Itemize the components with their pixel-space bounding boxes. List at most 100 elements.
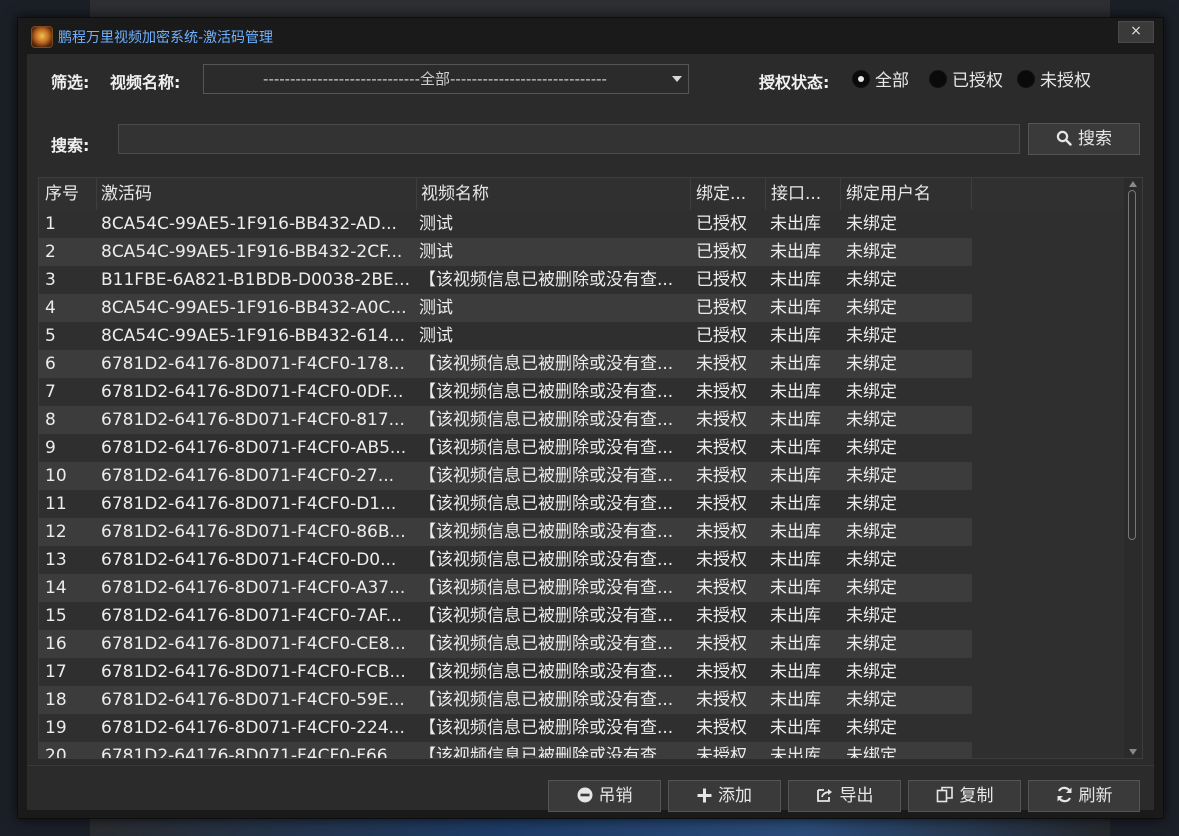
cell-interface-status: 未出库: [770, 438, 821, 458]
table-row[interactable]: 3 B11FBE-6A821-B1BDB-D0038-2BE... 【该视频信息已被…: [39, 266, 972, 294]
export-icon: [816, 781, 834, 811]
table-row[interactable]: 13 6781D2-64176-8D071-F4CF0-D0... 【该视频信息已被…: [39, 546, 972, 574]
radio-auth-all-label: 全部: [875, 71, 909, 91]
table-row[interactable]: 16 6781D2-64176-8D071-F4CF0-CE8... 【该视频信息已…: [39, 630, 972, 658]
scroll-up-icon[interactable]: [1129, 181, 1137, 187]
table-row[interactable]: 5 8CA54C-99AE5-1F916-BB432-614... 测试 已授权 未出库…: [39, 322, 972, 350]
refresh-icon: [1056, 781, 1073, 811]
cell-video-name: 【该视频信息已被删除或没有查...: [419, 550, 674, 570]
export-button[interactable]: 导出: [788, 780, 901, 812]
cell-video-name: 【该视频信息已被删除或没有查...: [419, 718, 674, 738]
table-row[interactable]: 11 6781D2-64176-8D071-F4CF0-D1... 【该视频信息已被…: [39, 490, 972, 518]
table-row[interactable]: 4 8CA54C-99AE5-1F916-BB432-A0C... 测试 已授权 未出库…: [39, 294, 972, 322]
table-row[interactable]: 19 6781D2-64176-8D071-F4CF0-224... 【该视频信息已…: [39, 714, 972, 742]
window-title: 鹏程万里视频加密系统-激活码管理: [58, 30, 274, 46]
cell-bind-status: 未授权: [696, 718, 747, 738]
cell-video-name: 【该视频信息已被删除或没有查...: [419, 410, 674, 430]
cell-bound-user: 未绑定: [846, 634, 897, 654]
copy-button[interactable]: 复制: [908, 780, 1021, 812]
column-header-interface[interactable]: 接口...: [765, 178, 841, 210]
cell-activation-code: 6781D2-64176-8D071-F4CF0-FCB...: [101, 662, 406, 682]
cell-bound-user: 未绑定: [846, 690, 897, 710]
cell-video-name: 【该视频信息已被删除或没有查...: [419, 270, 674, 290]
table-row[interactable]: 9 6781D2-64176-8D071-F4CF0-AB5... 【该视频信息已被…: [39, 434, 972, 462]
cell-index: 20: [45, 746, 67, 759]
column-header-bound-user[interactable]: 绑定用户名: [840, 178, 972, 210]
column-header-index[interactable]: 序号: [39, 178, 97, 210]
refresh-button[interactable]: 刷新: [1028, 780, 1140, 812]
cell-interface-status: 未出库: [770, 410, 821, 430]
cell-interface-status: 未出库: [770, 382, 821, 402]
cell-index: 15: [45, 606, 67, 626]
cell-bound-user: 未绑定: [846, 214, 897, 234]
table-row[interactable]: 15 6781D2-64176-8D071-F4CF0-7AF... 【该视频信息已…: [39, 602, 972, 630]
add-button[interactable]: 添加: [668, 780, 781, 812]
radio-checked-icon[interactable]: [852, 70, 870, 88]
search-input[interactable]: [118, 124, 1020, 154]
table-row[interactable]: 2 8CA54C-99AE5-1F916-BB432-2CF... 测试 已授权 未出库…: [39, 238, 972, 266]
cell-activation-code: 6781D2-64176-8D071-F4CF0-27...: [101, 466, 395, 486]
table-row[interactable]: 14 6781D2-64176-8D071-F4CF0-A37... 【该视频信息已…: [39, 574, 972, 602]
table-row[interactable]: 20 6781D2-64176-8D071-F4CF0-F66... 【该视频信息已…: [39, 742, 972, 759]
cell-interface-status: 未出库: [770, 214, 821, 234]
cell-bound-user: 未绑定: [846, 354, 897, 374]
cell-activation-code: 6781D2-64176-8D071-F4CF0-178...: [101, 354, 405, 374]
cell-activation-code: 6781D2-64176-8D071-F4CF0-AB5...: [101, 438, 407, 458]
cell-bind-status: 未授权: [696, 662, 747, 682]
table-row[interactable]: 18 6781D2-64176-8D071-F4CF0-59E... 【该视频信息已…: [39, 686, 972, 714]
cell-video-name: 【该视频信息已被删除或没有查...: [419, 662, 674, 682]
cell-bind-status: 未授权: [696, 578, 747, 598]
cell-interface-status: 未出库: [770, 690, 821, 710]
vertical-scrollbar[interactable]: [1124, 178, 1142, 758]
cell-interface-status: 未出库: [770, 494, 821, 514]
cell-index: 14: [45, 578, 67, 598]
cell-video-name: 【该视频信息已被删除或没有查...: [419, 690, 674, 710]
table-row[interactable]: 6 6781D2-64176-8D071-F4CF0-178... 【该视频信息已被…: [39, 350, 972, 378]
cell-bind-status: 未授权: [696, 634, 747, 654]
cell-index: 10: [45, 466, 67, 486]
cell-interface-status: 未出库: [770, 662, 821, 682]
close-button[interactable]: ×: [1118, 21, 1154, 43]
table-row[interactable]: 7 6781D2-64176-8D071-F4CF0-0DF... 【该视频信息已被…: [39, 378, 972, 406]
background-app-top: [90, 0, 1110, 18]
cell-bound-user: 未绑定: [846, 746, 897, 759]
activation-code-dialog: 鹏程万里视频加密系统-激活码管理 × 筛选: 视频名称: -----------…: [17, 17, 1164, 819]
cell-index: 9: [45, 438, 56, 458]
table-row[interactable]: 10 6781D2-64176-8D071-F4CF0-27... 【该视频信息已被…: [39, 462, 972, 490]
scrollbar-thumb[interactable]: [1128, 190, 1136, 540]
export-button-label: 导出: [839, 786, 874, 806]
cell-bind-status: 已授权: [696, 326, 747, 346]
cell-interface-status: 未出库: [770, 466, 821, 486]
cell-activation-code: 6781D2-64176-8D071-F4CF0-D1...: [101, 494, 397, 514]
cell-activation-code: 6781D2-64176-8D071-F4CF0-CE8...: [101, 634, 406, 654]
revoke-button-label: 吊销: [598, 786, 633, 806]
video-name-select[interactable]: -----------------------------全部---------…: [203, 64, 689, 94]
search-label: 搜索:: [51, 136, 90, 155]
cell-bind-status: 未授权: [696, 690, 747, 710]
column-header-code[interactable]: 激活码: [95, 178, 417, 210]
filter-label: 筛选:: [51, 73, 90, 92]
cell-bound-user: 未绑定: [846, 410, 897, 430]
chevron-down-icon[interactable]: [672, 76, 682, 82]
table-row[interactable]: 1 8CA54C-99AE5-1F916-BB432-AD... 测试 已授权 未出库 未…: [39, 210, 972, 238]
revoke-button[interactable]: 吊销: [548, 780, 661, 812]
column-header-video-name[interactable]: 视频名称: [415, 178, 691, 210]
video-name-select-value: -----------------------------全部---------…: [263, 70, 607, 88]
cell-index: 1: [45, 214, 56, 234]
column-header-bind[interactable]: 绑定...: [690, 178, 766, 210]
cell-video-name: 【该视频信息已被删除或没有查...: [419, 438, 674, 458]
search-button[interactable]: 搜索: [1028, 123, 1140, 155]
radio-unchecked-icon[interactable]: [1017, 70, 1035, 88]
scroll-down-icon[interactable]: [1129, 749, 1137, 755]
activation-code-table[interactable]: 序号 激活码 视频名称 绑定... 接口... 绑定用户名 1 8CA54C-99…: [38, 177, 1143, 759]
radio-unchecked-icon[interactable]: [929, 70, 947, 88]
cell-bound-user: 未绑定: [846, 522, 897, 542]
cell-bind-status: 已授权: [696, 298, 747, 318]
table-row[interactable]: 12 6781D2-64176-8D071-F4CF0-86B... 【该视频信息已…: [39, 518, 972, 546]
cell-activation-code: 6781D2-64176-8D071-F4CF0-817...: [101, 410, 405, 430]
cell-bound-user: 未绑定: [846, 382, 897, 402]
table-row[interactable]: 8 6781D2-64176-8D071-F4CF0-817... 【该视频信息已被…: [39, 406, 972, 434]
table-row[interactable]: 17 6781D2-64176-8D071-F4CF0-FCB... 【该视频信息已…: [39, 658, 972, 686]
cell-bound-user: 未绑定: [846, 550, 897, 570]
refresh-button-label: 刷新: [1078, 786, 1113, 806]
